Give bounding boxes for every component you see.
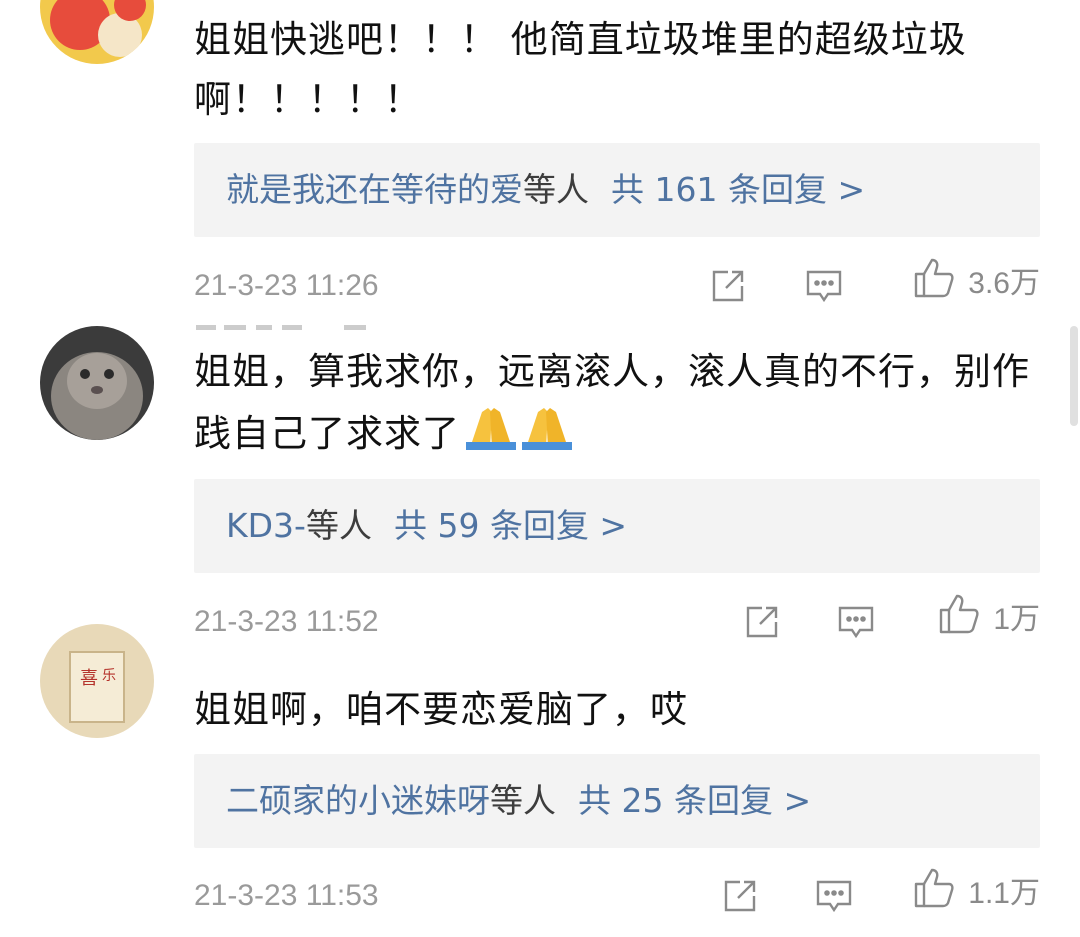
comment-text: 姐姐啊，咱不要恋爱脑了，哎 [194,688,688,731]
reply-user-names[interactable]: 二硕家的小迷妹呀 [226,781,490,820]
thumbs-up-icon [937,592,981,640]
comment-footer: 21-3-23 11:53 1.1万 [194,866,1040,926]
comment-item: 姐姐快逃吧！！！ 他简直垃圾堆里的超级垃圾啊！！！！！ 就是我还在等待的爱等人共… [0,0,1080,318]
avatar[interactable] [40,326,154,440]
comment-timestamp: 21-3-23 11:53 [194,879,379,912]
comment-text-body: 姐姐，算我求你，远离滚人，滚人真的不行，别作践自己了求求了 [194,350,1030,455]
comment-item: 喜 乐 姐姐啊，咱不要恋爱脑了，哎 二硕家的小迷妹呀等人共 25 条回复 > 2… [0,624,1080,937]
avatar[interactable]: 喜 乐 [40,624,154,738]
share-icon[interactable] [708,266,748,306]
reply-suffix: 等人 [523,170,589,209]
share-icon[interactable] [742,602,782,642]
reply-count-link[interactable]: 共 161 条回复 > [611,170,865,209]
like-button[interactable]: 3.6万 [912,256,1040,316]
svg-text:乐: 乐 [102,668,116,684]
like-count: 1万 [993,603,1040,636]
reply-suffix: 等人 [490,781,556,820]
comment-icon[interactable] [814,876,854,916]
comment-icon[interactable] [804,266,844,306]
comment-text: 姐姐，算我求你，远离滚人，滚人真的不行，别作践自己了求求了 [194,342,1054,470]
reply-suffix: 等人 [305,506,372,545]
reply-count-link[interactable]: 共 25 条回复 > [578,781,811,820]
reply-user-names[interactable]: 就是我还在等待的爱 [226,170,523,209]
like-button[interactable]: 1万 [937,592,1040,652]
like-count: 3.6万 [968,267,1040,300]
svg-text:喜: 喜 [80,668,98,689]
comment-timestamp: 21-3-23 11:26 [194,269,379,302]
thumbs-up-icon [912,866,956,914]
like-count: 1.1万 [968,877,1040,910]
reply-count-link[interactable]: 共 59 条回复 > [394,506,627,545]
avatar[interactable] [40,0,154,64]
reply-preview[interactable]: 二硕家的小迷妹呀等人共 25 条回复 > [194,754,1040,848]
comment-icon[interactable] [836,602,876,642]
reply-preview[interactable]: 就是我还在等待的爱等人共 161 条回复 > [194,143,1040,237]
comment-timestamp: 21-3-23 11:52 [194,605,379,638]
like-button[interactable]: 1.1万 [912,866,1040,926]
reply-user-names[interactable]: KD3- [226,506,306,545]
comment-footer: 21-3-23 11:52 1万 [194,592,1040,652]
thumbs-up-icon [912,256,956,304]
comment-footer: 21-3-23 11:26 3.6万 [194,256,1040,316]
praying-hands-emoji [462,402,572,470]
scrollbar[interactable] [1070,326,1078,426]
comment-item: 姐姐，算我求你，远离滚人，滚人真的不行，别作践自己了求求了 KD3-等人共 59… [0,326,1080,656]
comment-text: 姐姐快逃吧！！！ 他简直垃圾堆里的超级垃圾啊！！！！！ [194,18,967,121]
reply-preview[interactable]: KD3-等人共 59 条回复 > [194,479,1040,573]
share-icon[interactable] [720,876,760,916]
